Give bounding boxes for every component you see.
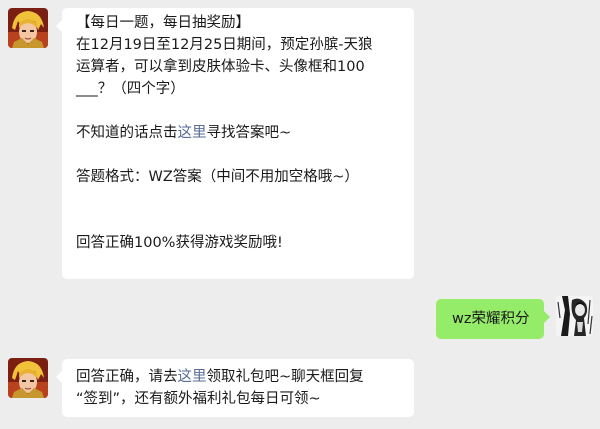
- question-line: 在12月19日至12月25日期间，预定孙膑-天狼: [76, 37, 373, 53]
- chat-window: 【每日一题，每日抽奖励】 在12月19日至12月25日期间，预定孙膑-天狼 运算…: [0, 0, 600, 429]
- answer-format-line: 答题格式：WZ答案（中间不用加空格哦~）: [76, 169, 359, 185]
- reward-line: 回答正确100%获得游戏奖励哦!: [76, 235, 283, 251]
- answer-link[interactable]: 这里: [178, 125, 207, 141]
- question-line: ___？（四个字）: [76, 81, 185, 97]
- user-message-text: wz荣耀积分: [452, 311, 530, 327]
- reply-prefix: 回答正确，请去: [76, 369, 178, 385]
- question-line: 运算者，可以拿到皮肤体验卡、头像框和100: [76, 59, 365, 75]
- gift-link[interactable]: 这里: [178, 369, 207, 385]
- reply-suffix: 领取礼包吧~聊天框回复: [206, 369, 364, 385]
- hint-suffix: 寻找答案吧~: [206, 125, 292, 141]
- reply-line-2: “签到”，还有额外福利礼包每日可领~: [76, 391, 321, 407]
- user-avatar-icon[interactable]: [555, 296, 593, 336]
- reply-line: 回答正确，请去这里领取礼包吧~聊天框回复: [76, 366, 406, 388]
- question-title: 【每日一题，每日抽奖励】: [76, 15, 250, 31]
- user-message-bubble: wz荣耀积分: [436, 299, 550, 339]
- hero-avatar-icon[interactable]: [8, 358, 48, 398]
- question-message-bubble: 【每日一题，每日抽奖励】 在12月19日至12月25日期间，预定孙膑-天狼 运算…: [56, 8, 414, 279]
- reply-message-bubble: 回答正确，请去这里领取礼包吧~聊天框回复 “签到”，还有额外福利礼包每日可领~: [56, 359, 414, 417]
- hero-avatar-icon[interactable]: [8, 8, 48, 48]
- hint-line: 不知道的话点击这里寻找答案吧~: [76, 122, 404, 144]
- hint-prefix: 不知道的话点击: [76, 125, 178, 141]
